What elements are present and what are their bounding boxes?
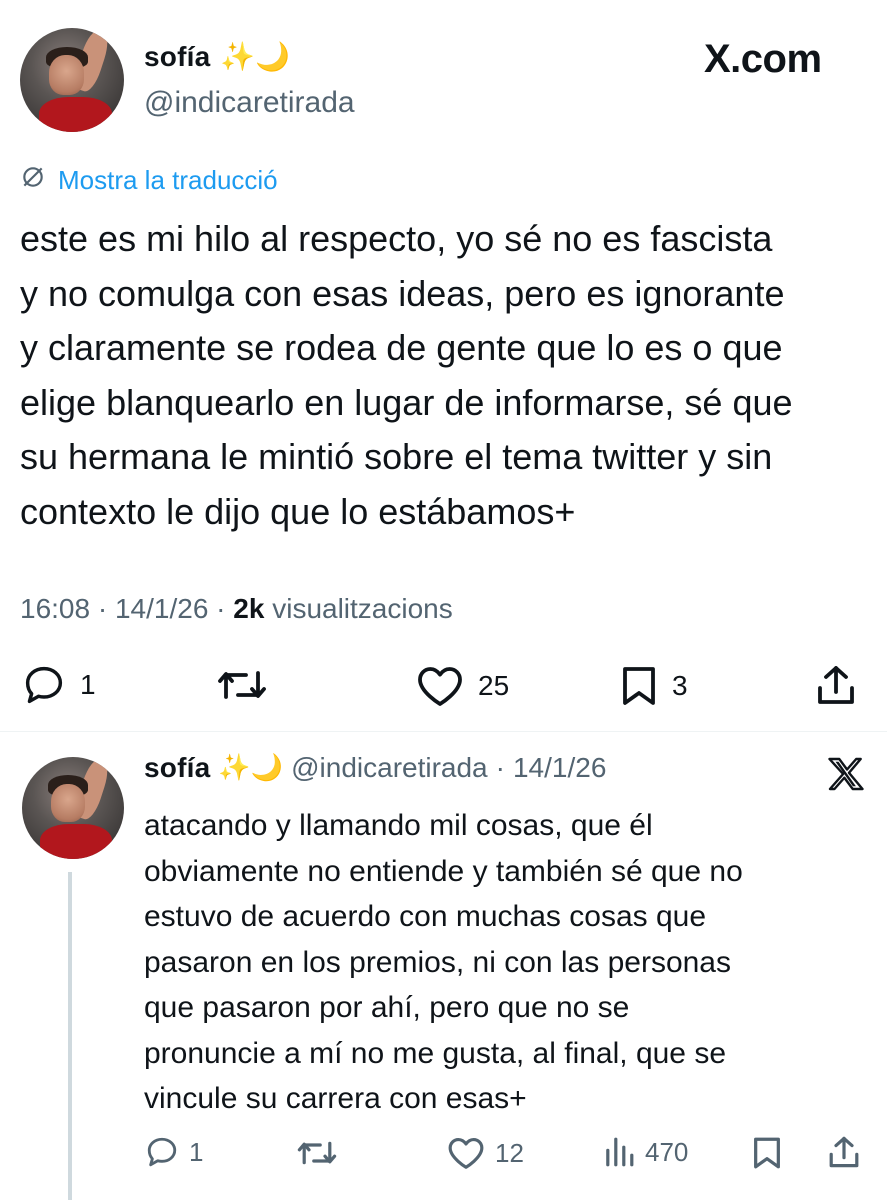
reply-text-line: pasaron en los premios, ni con las perso… [144,945,731,979]
views-bars-icon [603,1136,635,1168]
reply-date[interactable]: 14/1/26 [513,752,606,784]
reply-count: 1 [80,669,96,700]
bookmark-button[interactable]: 3 [620,665,688,707]
reply-bubble-icon [22,665,66,705]
bookmark-icon [752,1136,782,1170]
translate-link[interactable]: Mostra la traducció [20,164,278,197]
author-handle[interactable]: @indicaretirada [144,86,355,120]
tweet-text-line: y no comulga con esas ideas, pero es ign… [20,272,785,314]
views-count: 2k [233,593,265,624]
header-separator: · [495,752,505,783]
views-count: 470 [645,1136,689,1167]
reply-button[interactable]: 1 [145,1136,203,1168]
reply-bubble-icon [145,1136,179,1168]
heart-icon [416,665,464,707]
like-button[interactable]: 12 [447,1136,524,1170]
like-count: 25 [478,670,510,701]
bookmark-count: 3 [672,670,688,701]
tweet-text-line: su hermana le mintió sobre el tema twitt… [20,436,773,477]
author-name-row[interactable]: sofía ✨🌙 [144,40,290,73]
thread-connector-line [68,872,72,1200]
reply-text-line: obviamente no entiende y también sé que … [144,854,743,888]
share-icon [828,1135,860,1169]
reply-header: sofía ✨🌙 @indicaretirada · 14/1/26 [144,752,606,784]
retweet-button[interactable] [296,1137,338,1169]
share-button[interactable] [816,664,856,706]
reply-text-line: estuvo de acuerdo con muchas cosas que [144,900,707,933]
reply-count: 1 [189,1136,204,1167]
bookmark-button[interactable] [752,1136,782,1170]
retweet-icon [216,665,268,705]
reply-text-line: pronuncie a mí no me gusta, al final, qu… [144,1036,727,1070]
tweet-meta: 16:08 · 14/1/26 · 2k visualitzacions [20,593,453,625]
share-button[interactable] [828,1135,860,1169]
reply-text-line: atacando y llamando mil cosas, que él [144,809,653,842]
retweet-button[interactable] [216,665,268,705]
views-button[interactable]: 470 [603,1136,688,1168]
translate-label[interactable]: Mostra la traducció [58,165,278,196]
tweet-text-line: y claramente se rodea de gente que lo es… [20,327,783,368]
author-handle[interactable]: @indicaretirada [291,752,488,784]
tweet-text: este es mi hilo al respecto, yo sé no es… [20,212,880,539]
reply-button[interactable]: 1 [22,665,96,705]
avatar[interactable] [20,28,124,132]
like-count: 12 [495,1137,524,1168]
reply-text-line: vincule su carrera con esas+ [144,1082,527,1115]
meta-separator: · [97,593,108,624]
views-label: visualitzacions [272,593,453,624]
display-name[interactable]: sofía [144,752,210,784]
brand-logo: X.com [704,37,822,81]
x-logo-icon [828,757,864,796]
meta-separator: · [216,593,226,624]
display-name[interactable]: sofía [144,41,210,73]
reply-text-line: que pasaron por ahí, pero que no se [144,991,630,1024]
heart-icon [447,1136,485,1170]
avatar[interactable] [22,757,124,859]
tweet-time[interactable]: 16:08 [20,593,90,624]
reply-text: atacando y llamando mil cosas, que él ob… [144,803,864,1122]
share-icon [816,664,856,706]
name-emoji: ✨🌙 [218,753,284,783]
translate-globe-icon [20,164,46,197]
tweet-text-line: contexto le dijo que lo estábamos+ [20,490,576,532]
tweet-date[interactable]: 14/1/26 [115,593,208,624]
name-emoji: ✨🌙 [220,40,291,73]
tweet-text-line: este es mi hilo al respecto, yo sé no es… [20,218,773,259]
tweet-text-line: elige blanquearlo en lugar de informarse… [20,381,793,423]
retweet-icon [296,1137,338,1169]
like-button[interactable]: 25 [416,665,509,707]
bookmark-icon [620,665,658,707]
tweet-divider [0,731,887,732]
